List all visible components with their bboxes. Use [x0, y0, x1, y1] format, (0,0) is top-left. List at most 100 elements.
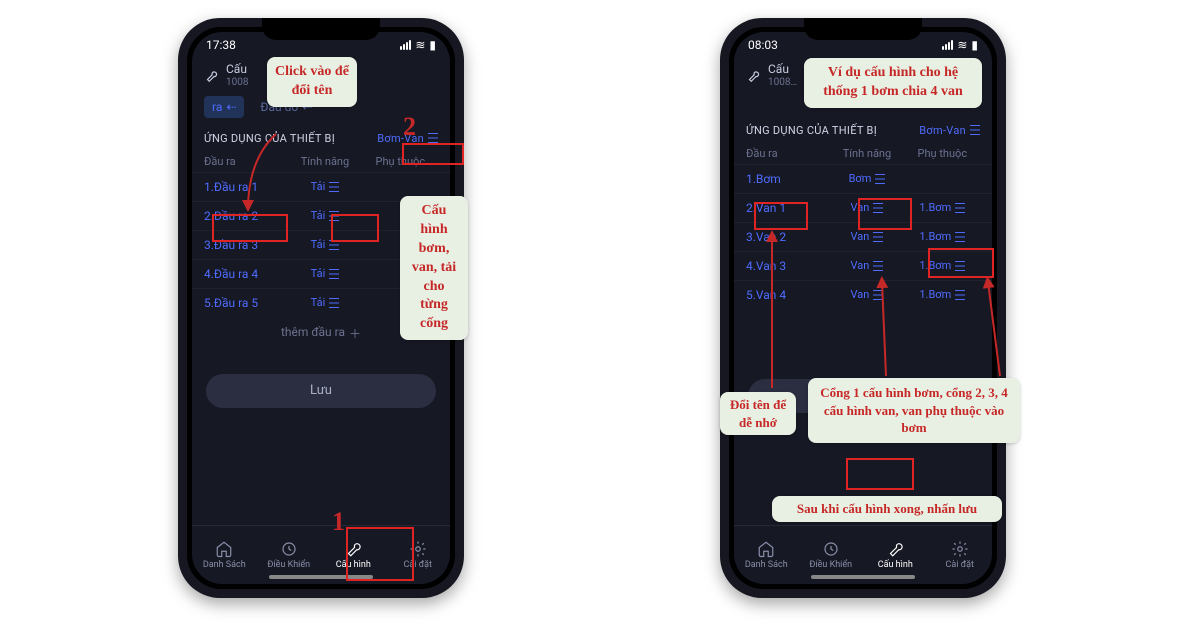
wrench-icon	[344, 540, 362, 558]
menu-icon	[873, 203, 883, 213]
table-row: 1.Bơm Bơm	[734, 164, 992, 193]
menu-icon	[329, 298, 339, 308]
table-row: 2.Van 1 Van 1.Bơm	[734, 193, 992, 222]
depend-dropdown[interactable]: 1.Bơm	[919, 259, 965, 272]
menu-icon	[875, 174, 885, 184]
wrench-icon	[746, 69, 760, 83]
output-name[interactable]: 5.Van 4	[746, 288, 829, 302]
menu-icon	[955, 290, 965, 300]
feature-dropdown[interactable]: Tải	[311, 267, 340, 280]
feature-dropdown[interactable]: Tải	[311, 180, 340, 193]
menu-icon	[873, 290, 883, 300]
callout-example: Ví dụ cấu hình cho hệ thống 1 bơm chia 4…	[804, 58, 982, 108]
mode-dropdown[interactable]: Bơm-Van	[919, 124, 980, 137]
menu-icon	[428, 133, 438, 143]
feature-dropdown[interactable]: Van	[851, 259, 884, 272]
table-row: 3.Van 2 Van 1.Bơm	[734, 222, 992, 251]
menu-icon	[329, 211, 339, 221]
col-depend: Phụ thuộc	[363, 155, 438, 168]
header-title: Cấu	[768, 62, 797, 77]
col-feature: Tính năng	[287, 155, 362, 168]
gear-icon	[409, 540, 427, 558]
tab-settings[interactable]: Cài đặt	[928, 540, 993, 570]
col-output: Đầu ra	[204, 155, 287, 168]
table-row: 5.Van 4 Van 1.Bơm	[734, 280, 992, 309]
tab-config[interactable]: Cấu hình	[321, 540, 386, 570]
output-name[interactable]: 5.Đầu ra 5	[204, 296, 287, 310]
wifi-icon: ≋	[957, 38, 967, 52]
home-icon	[215, 540, 233, 558]
callout-config: Cấu hình bơm, van, tải cho từng cống	[400, 196, 468, 340]
tab-config[interactable]: Cấu hình	[863, 540, 928, 570]
dial-icon	[280, 540, 298, 558]
wrench-icon	[204, 69, 218, 83]
depend-dropdown[interactable]: 1.Bơm	[919, 288, 965, 301]
feature-dropdown[interactable]: Van	[851, 288, 884, 301]
header-sub: 1008	[226, 77, 248, 90]
signal-icon	[400, 40, 411, 50]
menu-icon	[329, 269, 339, 279]
menu-icon	[873, 232, 883, 242]
output-name[interactable]: 1.Đầu ra 1	[204, 180, 287, 194]
col-depend: Phụ thuộc	[905, 147, 980, 160]
callout-explain: Cổng 1 cấu hình bơm, cổng 2, 3, 4 cấu hì…	[808, 378, 1020, 443]
col-output: Đầu ra	[746, 147, 829, 160]
output-name[interactable]: 3.Đầu ra 3	[204, 238, 287, 252]
feature-dropdown[interactable]: Tải	[311, 209, 340, 222]
tab-control[interactable]: Điều Khiển	[799, 540, 864, 570]
status-right: ≋ ▮	[400, 38, 436, 52]
feature-dropdown[interactable]: Tải	[311, 296, 340, 309]
status-time: 17:38	[206, 38, 236, 52]
feature-dropdown[interactable]: Van	[851, 230, 884, 243]
seg-tab-output[interactable]: ra ⇠	[204, 96, 244, 118]
menu-icon	[955, 203, 965, 213]
output-name[interactable]: 3.Van 2	[746, 230, 829, 244]
feature-dropdown[interactable]: Bơm	[849, 172, 886, 185]
callout-rename: Click vào để đổi tên	[267, 57, 357, 107]
output-name[interactable]: 1.Bơm	[746, 172, 829, 186]
output-name[interactable]: 4.Van 3	[746, 259, 829, 273]
output-name[interactable]: 2.Van 1	[746, 201, 829, 215]
output-name[interactable]: 2.Đầu ra 2	[204, 209, 287, 223]
callout-rename2: Đổi tên để dễ nhớ	[720, 392, 796, 435]
signal-icon	[942, 40, 953, 50]
wifi-icon: ≋	[415, 38, 425, 52]
menu-icon	[955, 232, 965, 242]
menu-icon	[970, 125, 980, 135]
output-name[interactable]: 4.Đầu ra 4	[204, 267, 287, 281]
step-number-2: 2	[403, 112, 416, 142]
depend-dropdown[interactable]: 1.Bơm	[919, 230, 965, 243]
battery-icon: ▮	[971, 38, 978, 52]
table-row: 4.Van 3 Van 1.Bơm	[734, 251, 992, 280]
dial-icon	[822, 540, 840, 558]
tab-settings[interactable]: Cài đặt	[386, 540, 451, 570]
home-icon	[757, 540, 775, 558]
tab-list[interactable]: Danh Sách	[192, 540, 257, 570]
menu-icon	[955, 261, 965, 271]
battery-icon: ▮	[429, 38, 436, 52]
notch	[262, 18, 380, 40]
save-button[interactable]: Lưu	[206, 374, 436, 408]
status-right: ≋ ▮	[942, 38, 978, 52]
menu-icon	[329, 240, 339, 250]
header-title: Cấu	[226, 62, 248, 77]
menu-icon	[329, 182, 339, 192]
step-number-1: 1	[332, 507, 345, 537]
feature-dropdown[interactable]: Van	[851, 201, 884, 214]
tab-list[interactable]: Danh Sách	[734, 540, 799, 570]
feature-dropdown[interactable]: Tải	[311, 238, 340, 251]
callout-savenote: Sau khi cấu hình xong, nhấn lưu	[772, 496, 1002, 522]
section-title: ỨNG DỤNG CỦA THIẾT BỊ	[204, 132, 335, 145]
col-feature: Tính năng	[829, 147, 904, 160]
link-icon: ⇠	[226, 100, 236, 114]
wrench-icon	[886, 540, 904, 558]
menu-icon	[873, 261, 883, 271]
tab-control[interactable]: Điều Khiển	[257, 540, 322, 570]
home-indicator	[269, 575, 373, 579]
notch	[804, 18, 922, 40]
status-time: 08:03	[748, 38, 778, 52]
home-indicator	[811, 575, 915, 579]
section-title: ỨNG DỤNG CỦA THIẾT BỊ	[746, 124, 877, 137]
depend-dropdown[interactable]: 1.Bơm	[919, 201, 965, 214]
header-sub: 1008…	[768, 77, 797, 90]
